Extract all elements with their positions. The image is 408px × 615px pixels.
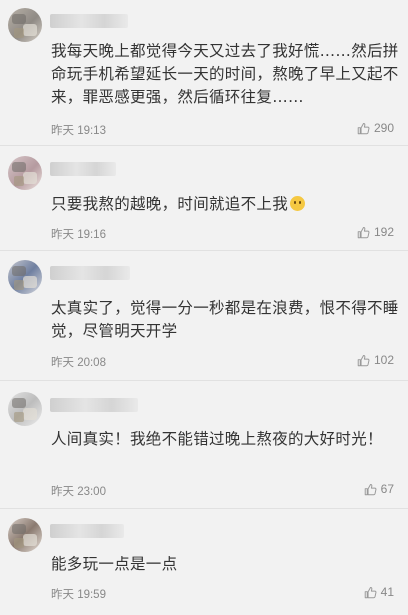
avatar[interactable] [8, 156, 42, 190]
like-count: 192 [373, 225, 394, 239]
comment-text: 人间真实！我绝不能错过晚上熬夜的大好时光！ [51, 430, 383, 448]
like-button[interactable]: 192 [357, 225, 394, 239]
like-button[interactable]: 290 [357, 121, 394, 135]
username-redacted[interactable] [50, 524, 124, 538]
avatar[interactable] [8, 8, 42, 42]
username-redacted[interactable] [50, 266, 130, 280]
username-redacted[interactable] [50, 398, 138, 412]
thumbs-up-icon [357, 354, 370, 366]
thumbs-up-icon [357, 122, 370, 134]
avatar[interactable] [8, 392, 42, 426]
username-redacted[interactable] [50, 162, 116, 176]
like-count: 41 [380, 585, 394, 599]
like-count: 67 [380, 482, 394, 496]
avatar[interactable] [8, 518, 42, 552]
comment-text-body: 只要我熬的越晚，时间就追不上我 [51, 195, 289, 213]
comment-text: 太真实了，觉得一分一秒都是在浪费，恨不得不睡觉，尽管明天开学 [51, 299, 399, 340]
like-count: 102 [373, 353, 394, 367]
comment-text: 我每天晚上都觉得今天又过去了我好慌……然后拼命玩手机希望延长一天的时间，熬晚了早… [51, 42, 399, 106]
divider [0, 380, 408, 381]
comment-text: 能多玩一点是一点 [51, 555, 178, 573]
avatar[interactable] [8, 260, 42, 294]
comment-time: 昨天 19:13 [51, 125, 106, 137]
thumbs-up-icon [364, 483, 377, 495]
like-button[interactable]: 67 [364, 482, 394, 496]
like-count: 290 [373, 121, 394, 135]
divider [0, 508, 408, 509]
like-button[interactable]: 102 [357, 353, 394, 367]
thumbs-up-icon [357, 226, 370, 238]
comment-text: 只要我熬的越晚，时间就追不上我 [51, 193, 401, 216]
comment-time: 昨天 20:08 [51, 357, 106, 369]
username-redacted[interactable] [50, 14, 128, 28]
comment-time: 昨天 19:59 [51, 589, 106, 601]
comment-time: 昨天 19:16 [51, 229, 106, 241]
like-button[interactable]: 41 [364, 585, 394, 599]
comment-time: 昨天 23:00 [51, 486, 106, 498]
divider [0, 145, 408, 146]
thumbs-up-icon [364, 586, 377, 598]
divider [0, 250, 408, 251]
grinning-face-emoji [290, 196, 306, 211]
